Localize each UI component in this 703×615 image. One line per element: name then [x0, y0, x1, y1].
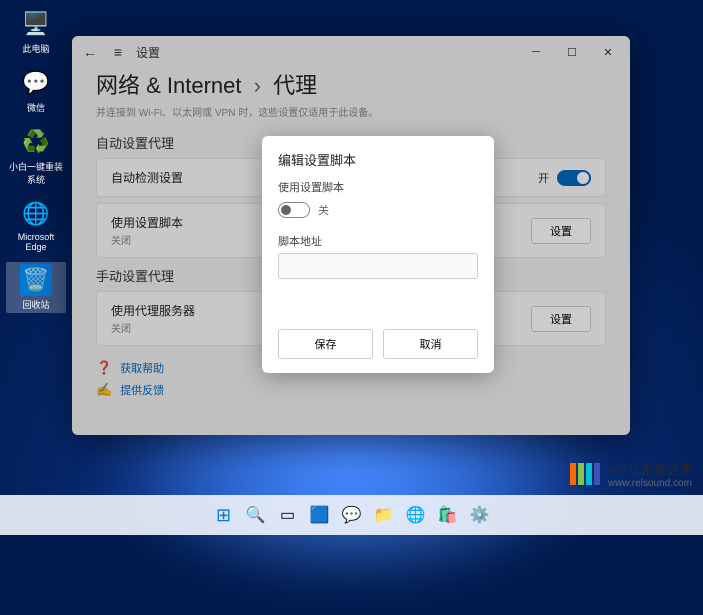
cancel-button[interactable]: 取消	[383, 329, 478, 359]
explorer-icon[interactable]: 📁	[370, 501, 398, 529]
script-address-input[interactable]	[278, 253, 478, 279]
use-script-toggle[interactable]	[278, 202, 310, 218]
taskbar: ⊞ 🔍 ▭ 🟦 💬 📁 🌐 🛍️ ⚙️	[0, 495, 703, 535]
desktop-icon-wechat[interactable]: 💬 微信	[6, 65, 66, 116]
modal-title: 编辑设置脚本	[278, 150, 478, 169]
settings-taskbar-icon[interactable]: ⚙️	[466, 501, 494, 529]
modal-toggle-heading: 使用设置脚本	[278, 179, 478, 195]
recycle-bin-icon: 🗑️	[20, 264, 52, 296]
settings-window: ← ≡ 设置 ─ ☐ ✕ 网络 & Internet › 代理 并连接到 Wi-…	[72, 36, 630, 435]
watermark-brand: win11系统之家	[608, 459, 693, 478]
search-icon[interactable]: 🔍	[242, 501, 270, 529]
edge-taskbar-icon[interactable]: 🌐	[402, 501, 430, 529]
start-button[interactable]: ⊞	[210, 501, 238, 529]
desktop-icon-xiaobai[interactable]: ♻️小白一键重装系统	[6, 124, 66, 188]
desktop-icon-label: 此电脑	[22, 42, 49, 55]
store-icon[interactable]: 🛍️	[434, 501, 462, 529]
wechat-icon: 💬	[20, 67, 52, 99]
desktop-icon-label: 微信	[27, 101, 45, 114]
desktop-icon-label: 小白一键重装系统	[8, 160, 64, 186]
watermark-url: www.relsound.com	[608, 478, 693, 489]
taskview-icon[interactable]: ▭	[274, 501, 302, 529]
desktop-icon-this-pc[interactable]: 🖥️ 此电脑	[6, 6, 66, 57]
this-pc-icon: 🖥️	[20, 8, 52, 40]
watermark-logo-icon	[570, 463, 602, 485]
recycle-icon: ♻️	[20, 126, 52, 158]
chat-icon[interactable]: 💬	[338, 501, 366, 529]
desktop-icon-label: Microsoft Edge	[8, 232, 64, 252]
desktop-icon-label: 回收站	[22, 298, 49, 311]
edit-script-modal: 编辑设置脚本 使用设置脚本 关 脚本地址 保存 取消	[262, 136, 494, 373]
watermark: win11系统之家 www.relsound.com	[570, 459, 693, 489]
desktop-icon-edge[interactable]: 🌐Microsoft Edge	[6, 196, 66, 254]
widgets-icon[interactable]: 🟦	[306, 501, 334, 529]
desktop-icon-recycle-bin[interactable]: 🗑️ 回收站	[6, 262, 66, 313]
toggle-state: 关	[318, 205, 329, 217]
edge-icon: 🌐	[20, 198, 52, 230]
script-address-label: 脚本地址	[278, 233, 478, 249]
save-button[interactable]: 保存	[278, 329, 373, 359]
desktop-icon-grid: 🖥️ 此电脑 💬 微信 ♻️小白一键重装系统 🌐Microsoft Edge 🗑️ 回…	[6, 6, 66, 313]
